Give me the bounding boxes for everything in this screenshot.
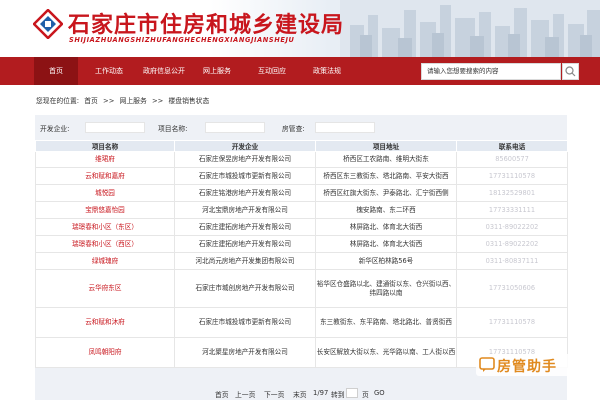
search-button[interactable] [562, 63, 579, 80]
phone-cell: 17731050606 [456, 269, 568, 308]
developer-cell: 石家庄建拓房地产开发有限公司 [174, 235, 316, 253]
go-button[interactable]: GO [374, 389, 385, 397]
search-input[interactable]: 请输入您想要搜索的内容 [421, 63, 561, 80]
developer-cell: 河北宝鼎房地产开发有限公司 [174, 201, 316, 219]
table-row: 云华府东区 石家庄市城创房地产开发有限公司 裕华区仓盛路以北、建通街以东、仓兴街… [35, 269, 568, 308]
city-skyline-image [340, 0, 600, 57]
phone-cell: 17733331111 [456, 201, 568, 219]
phone-cell: 0311-89022202 [456, 235, 568, 253]
table-row: 宝鼎悠嘉怡园 河北宝鼎房地产开发有限公司 槐安路南、东二环西 177333311… [35, 201, 568, 219]
breadcrumb-separator: >> [103, 97, 115, 105]
phone-cell: 0311-89022202 [456, 218, 568, 236]
address-cell: 林屏路北、体育北大街西 [315, 218, 457, 236]
nav-item-gov-info[interactable]: 政府信息公开 [143, 57, 185, 85]
project-name-link[interactable]: 宝鼎悠嘉怡园 [35, 201, 175, 219]
last-page-link[interactable]: 末页 [293, 389, 307, 399]
phone-cell: 85600577 [456, 151, 568, 168]
phone-cell: 0311-80837111 [456, 252, 568, 270]
project-name-link[interactable]: 云华府东区 [35, 269, 175, 308]
page-info: 1/97 [313, 389, 329, 397]
project-name-link[interactable]: 瑞璟春和小区（东区） [35, 218, 175, 236]
developer-cell: 石家庄市城投城市更新有限公司 [174, 307, 316, 338]
watermark: 房管助手 [476, 354, 598, 376]
table-row: 云和赋和沐府 石家庄市城投城市更新有限公司 东三教街东、东平路南、塔北路北、普贤… [35, 307, 568, 338]
chat-bubble-icon [479, 357, 495, 372]
first-page-link[interactable]: 首页 [215, 389, 229, 399]
table-row: 维珺府 石家庄保昱房地产开发有限公司 桥西区工农路南、维明大街东 8560057… [35, 151, 568, 168]
breadcrumb: 您现在的位置: 首页 >> 网上服务 >> 楼盘销售状态 [36, 95, 212, 105]
project-name-link[interactable]: 维珺府 [35, 151, 175, 168]
address-cell: 桥西区工农路南、维明大街东 [315, 151, 457, 168]
filter-row: 开发企业: 项目名称: 房管查: [35, 115, 567, 139]
site-title: 石家庄市住房和城乡建设局 [68, 13, 345, 38]
table-row: 城悦园 石家庄铭港房地产开发有限公司 桥西区红旗大街东、尹泰路北、汇宁街西侧 1… [35, 184, 568, 202]
column-header-developer: 开发企业 [174, 140, 316, 152]
address-cell: 桥西区东三教街东、塔北路南、平安大街西 [315, 167, 457, 185]
address-cell: 林屏路北、体育北大街西 [315, 235, 457, 253]
search-icon [565, 66, 576, 77]
phone-cell: 17731110578 [456, 167, 568, 185]
breadcrumb-current: 楼盘销售状态 [168, 97, 210, 105]
developer-cell: 石家庄铭港房地产开发有限公司 [174, 184, 316, 202]
developer-filter-input[interactable] [85, 122, 145, 133]
goto-label: 转到 [331, 391, 345, 399]
nav-item-work-news[interactable]: 工作动态 [95, 57, 123, 85]
address-cell: 新华区柏林路56号 [315, 252, 457, 270]
table-row: 瑞璟春和小区（西区） 石家庄建拓房地产开发有限公司 林屏路北、体育北大街西 03… [35, 235, 568, 253]
table-row: 瑞璟春和小区（东区） 石家庄建拓房地产开发有限公司 林屏路北、体育北大街西 03… [35, 218, 568, 236]
table-row: 云和赋和嘉府 石家庄市城投城市更新有限公司 桥西区东三教街东、塔北路南、平安大街… [35, 167, 568, 185]
site-header: 石家庄市住房和城乡建设局 SHIJIAZHUANGSHIZHUFANGHECHE… [0, 0, 600, 57]
nav-item-policy[interactable]: 政策法规 [313, 57, 341, 85]
project-name-link[interactable]: 城悦园 [35, 184, 175, 202]
address-cell: 长安区解放大街以东、光华路以南、工人街以西 [315, 337, 457, 368]
prev-page-link[interactable]: 上一页 [235, 389, 255, 399]
project-name-link[interactable]: 云和赋和嘉府 [35, 167, 175, 185]
project-name-link[interactable]: 凤鸣朝阳府 [35, 337, 175, 368]
project-name-link[interactable]: 云和赋和沐府 [35, 307, 175, 338]
developer-filter-label: 开发企业: [40, 125, 70, 133]
address-cell: 东三教街东、东平路南、塔北路北、普贤街西 [315, 307, 457, 338]
table-row: 绿城瑰府 河北尚元房地产开发集团有限公司 新华区柏林路56号 0311-8083… [35, 252, 568, 270]
nav-item-online-service[interactable]: 网上服务 [203, 57, 231, 85]
project-name-link[interactable]: 绿城瑰府 [35, 252, 175, 270]
next-page-link[interactable]: 下一页 [264, 389, 284, 399]
nav-item-home[interactable]: 首页 [34, 57, 78, 85]
developer-cell: 石家庄市城投城市更新有限公司 [174, 167, 316, 185]
column-header-address: 项目地址 [315, 140, 457, 152]
manager-filter-input[interactable] [315, 122, 375, 133]
site-pinyin: SHIJIAZHUANGSHIZHUFANGHECHENGXIANGJIANSH… [69, 36, 295, 44]
developer-cell: 河北尚元房地产开发集团有限公司 [174, 252, 316, 270]
watermark-text: 房管助手 [497, 359, 557, 375]
breadcrumb-separator: >> [151, 97, 164, 105]
address-cell: 槐安路南、东二环西 [315, 201, 457, 219]
address-cell: 桥西区红旗大街东、尹泰路北、汇宁街西侧 [315, 184, 457, 202]
phone-cell: 17731110578 [456, 307, 568, 338]
manager-filter-label: 房管查: [282, 125, 305, 133]
project-table: 项目名称 开发企业 项目地址 联系电话 维珺府 石家庄保昱房地产开发有限公司 桥… [35, 140, 568, 368]
address-cell: 裕华区仓盛路以北、建通街以东、仓兴街以西、纬四路以南 [315, 269, 457, 308]
developer-cell: 河北聚星房地产开发有限公司 [174, 337, 316, 368]
column-header-project: 项目名称 [35, 140, 175, 152]
main-nav: 首页 工作动态 政府信息公开 网上服务 互动回应 政策法规 请输入您想要搜索的内… [0, 57, 600, 85]
developer-cell: 石家庄市城创房地产开发有限公司 [174, 269, 316, 308]
pagination: 首页 上一页 下一页 末页 1/97 转到 页 GO [0, 388, 600, 400]
project-filter-input[interactable] [205, 122, 265, 133]
bureau-logo-icon [33, 9, 63, 39]
page-number-input[interactable] [346, 388, 358, 398]
breadcrumb-prefix: 您现在的位置: [36, 97, 80, 105]
breadcrumb-online-service[interactable]: 网上服务 [120, 97, 147, 105]
nav-item-interaction[interactable]: 互动回应 [258, 57, 286, 85]
project-filter-label: 项目名称: [158, 125, 188, 133]
phone-cell: 18132529801 [456, 184, 568, 202]
page-unit-label: 页 [362, 391, 369, 399]
breadcrumb-home[interactable]: 首页 [84, 97, 98, 105]
developer-cell: 石家庄建拓房地产开发有限公司 [174, 218, 316, 236]
column-header-phone: 联系电话 [456, 140, 568, 152]
developer-cell: 石家庄保昱房地产开发有限公司 [174, 151, 316, 168]
project-name-link[interactable]: 瑞璟春和小区（西区） [35, 235, 175, 253]
